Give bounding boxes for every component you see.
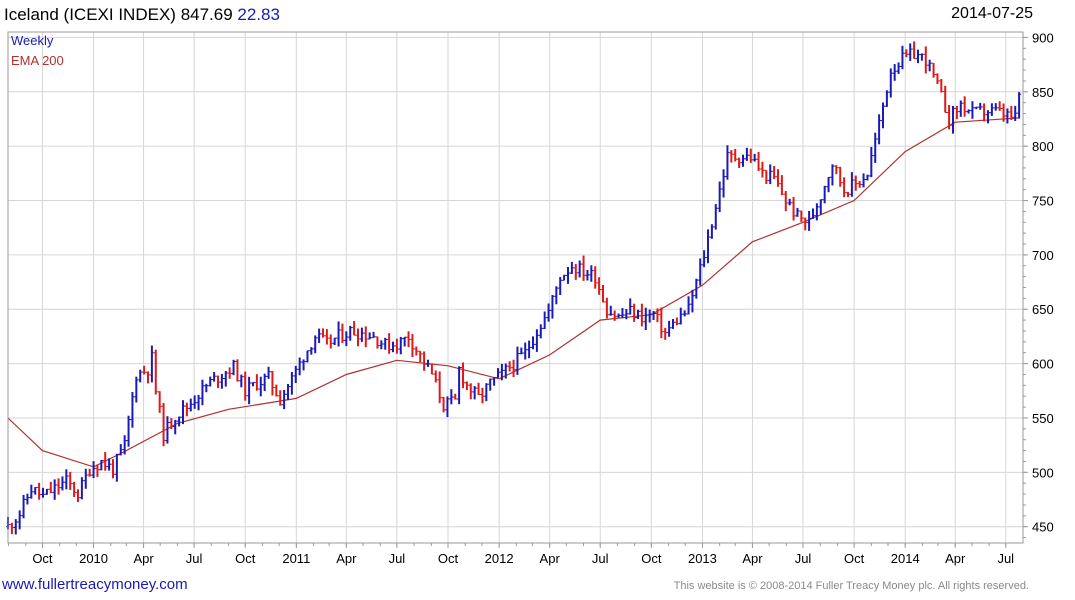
grid-lines [8, 32, 1023, 543]
footer-copyright: This website is © 2008-2014 Fuller Treac… [673, 580, 1029, 592]
ema-200-path [7, 117, 1020, 468]
x-tick-label: Jul [389, 551, 406, 566]
legend: Weekly EMA 200 [11, 33, 64, 68]
y-tick-label: 900 [1032, 30, 1054, 45]
y-tick-label: 500 [1032, 465, 1054, 480]
price-chart: 450 500 550 600 650 700 750 800 850 900 Oct 2010 Ap… [6, 30, 1054, 566]
x-tick-label: Oct [235, 551, 256, 566]
y-tick-label: 650 [1032, 302, 1054, 317]
x-tick-label: Apr [540, 551, 561, 566]
ema-200-line [7, 117, 1020, 468]
x-tick-label: Apr [133, 551, 154, 566]
plot-frame [7, 31, 1024, 544]
x-tick-label: Jul [186, 551, 203, 566]
x-tick-label: Oct [438, 551, 459, 566]
y-tick-label: 750 [1032, 194, 1054, 209]
y-axis: 450 500 550 600 650 700 750 800 850 900 [1023, 30, 1054, 539]
y-tick-label: 600 [1032, 357, 1054, 372]
x-tick-label: Oct [844, 551, 865, 566]
y-tick-label: 550 [1032, 411, 1054, 426]
x-tick-label: 2010 [79, 551, 108, 566]
x-tick-label: Apr [742, 551, 763, 566]
x-tick-label: Jul [997, 551, 1014, 566]
legend-entry: Weekly [11, 33, 54, 48]
x-axis: Oct 2010 Apr Jul Oct 2011 Apr Jul Oct 2012 Apr Jul O… [8, 543, 1014, 566]
legend-entry: EMA 200 [11, 53, 64, 68]
weekly-candles [6, 41, 1022, 535]
x-tick-label: Oct [32, 551, 53, 566]
x-tick-label: 2014 [891, 551, 920, 566]
x-tick-label: 2013 [688, 551, 717, 566]
y-tick-label: 450 [1032, 520, 1054, 535]
x-tick-label: 2011 [282, 551, 310, 566]
x-tick-label: Jul [795, 551, 812, 566]
footer-website-link[interactable]: www.fullertreacymoney.com [2, 576, 188, 593]
x-tick-label: Apr [945, 551, 966, 566]
x-tick-label: Apr [336, 551, 357, 566]
x-tick-label: Jul [592, 551, 609, 566]
y-tick-label: 850 [1032, 85, 1054, 100]
x-tick-label: 2012 [485, 551, 514, 566]
y-tick-label: 800 [1032, 139, 1054, 154]
y-tick-label: 700 [1032, 248, 1054, 263]
x-tick-label: Oct [641, 551, 662, 566]
